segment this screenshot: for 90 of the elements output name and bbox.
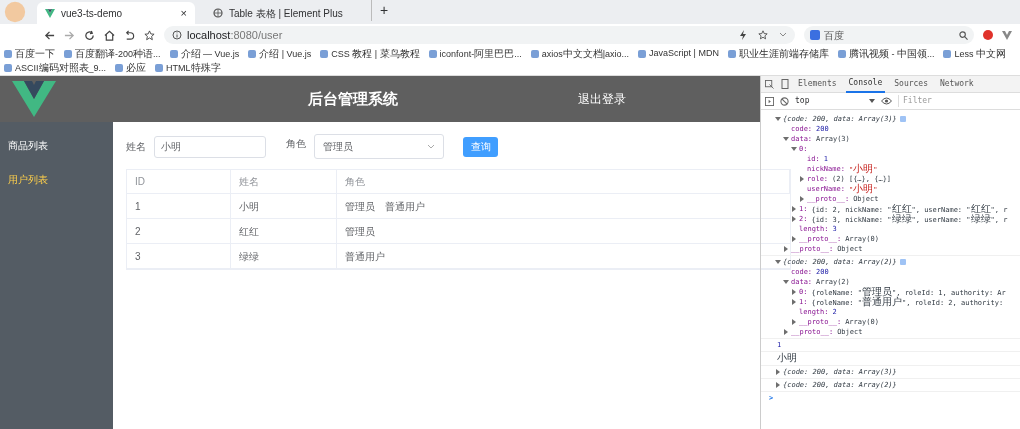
bookmark[interactable]: axios中文文档|axio... — [530, 47, 630, 60]
lightning-icon[interactable] — [739, 30, 747, 40]
bookmark[interactable]: 百度一下 — [4, 47, 55, 60]
name-input[interactable]: 小明 — [154, 135, 266, 158]
table-cell: 2 — [127, 219, 231, 243]
tab-title: vue3-ts-demo — [61, 6, 124, 21]
undo-icon[interactable] — [124, 29, 135, 41]
back-icon[interactable] — [44, 29, 55, 41]
collapse-icon[interactable] — [783, 136, 789, 142]
role-tag: 普通用户 — [385, 198, 425, 214]
sidebar-item[interactable]: 商品列表 — [0, 128, 113, 162]
field-label: 姓名 — [126, 140, 146, 154]
table-cell: 3 — [127, 244, 231, 268]
clear-console-icon[interactable] — [780, 96, 789, 106]
url-text: localhost:8080/user — [187, 27, 283, 43]
bookmark[interactable]: JavaScript | MDN — [638, 47, 719, 60]
info-icon — [899, 259, 906, 265]
bookmark[interactable]: CSS 教程 | 菜鸟教程 — [320, 47, 420, 60]
star-icon[interactable] — [758, 30, 768, 40]
bookmark[interactable]: 腾讯视频 - 中国领... — [837, 47, 935, 60]
devtools-tab[interactable]: Sources — [891, 75, 931, 93]
role-select[interactable]: 管理员 — [314, 134, 444, 159]
tab-title: Table 表格 | Element Plus — [229, 6, 344, 21]
collapse-icon[interactable] — [775, 116, 781, 122]
bookmark[interactable]: iconfont-阿里巴巴... — [428, 47, 522, 60]
devtools-tab[interactable]: Console — [845, 75, 886, 93]
table-cell: 小明 — [231, 194, 337, 218]
table-cell: 1 — [127, 194, 231, 218]
role-tag: 管理员 — [345, 223, 375, 239]
avatar — [3, 0, 27, 24]
expand-icon[interactable] — [783, 329, 789, 335]
table-cell: 绿绿 — [231, 244, 337, 268]
logout-link[interactable]: 退出登录 — [578, 90, 626, 108]
tab-logo-icon — [45, 8, 55, 18]
expand-icon[interactable] — [783, 246, 789, 252]
star-icon[interactable] — [144, 29, 155, 41]
home-icon[interactable] — [104, 29, 115, 41]
browser-tab[interactable]: vue3-ts-demo × — [37, 2, 195, 24]
browser-tab[interactable]: Table 表格 | Element Plus — [205, 2, 363, 24]
sidebar-toggle-icon[interactable] — [765, 96, 774, 106]
globe-icon — [213, 8, 223, 18]
column-header: ID — [127, 170, 231, 193]
expand-icon[interactable] — [799, 176, 805, 182]
expand-icon[interactable] — [791, 236, 797, 242]
bookmark[interactable]: HTML特殊字 — [155, 61, 221, 74]
address-bar[interactable]: localhost:8080/user — [164, 26, 795, 44]
devtools-tab[interactable]: Elements — [795, 75, 840, 93]
app-title: 后台管理系统 — [308, 88, 398, 109]
expand-icon[interactable] — [775, 369, 781, 375]
search-icon[interactable] — [959, 30, 968, 40]
device-icon[interactable] — [780, 79, 789, 89]
bookmark[interactable]: 职业生涯前端存储库 — [727, 47, 829, 60]
info-icon — [172, 30, 182, 40]
chevron-down-icon — [427, 144, 435, 149]
collapse-icon[interactable] — [791, 146, 797, 152]
role-tag: 普通用户 — [345, 248, 385, 264]
devtools-tab[interactable]: Network — [936, 75, 977, 93]
bookmark[interactable]: ASCII编码对照表_9... — [4, 61, 107, 74]
bookmark[interactable]: Less 中文网 — [943, 47, 1006, 60]
context-select[interactable]: top — [795, 95, 875, 107]
reload-icon[interactable] — [84, 29, 95, 41]
eye-icon[interactable] — [881, 97, 892, 105]
chevron-down-icon[interactable] — [779, 32, 787, 38]
field-label: 角色 — [286, 137, 306, 151]
collapse-icon[interactable] — [775, 259, 781, 265]
search-field[interactable]: 百度 — [804, 26, 974, 44]
expand-icon[interactable] — [799, 196, 805, 202]
bookmark[interactable]: 百度翻译-200种语... — [64, 47, 161, 60]
caret-icon — [869, 99, 875, 103]
table-cell: 红红 — [231, 219, 337, 243]
sidebar-item[interactable]: 用户列表 — [0, 162, 113, 196]
expand-icon[interactable] — [791, 216, 797, 222]
logo-icon — [10, 81, 58, 117]
tab-close-button[interactable]: × — [180, 4, 187, 22]
expand-icon[interactable] — [791, 206, 797, 212]
bookmark[interactable]: 必应 — [115, 61, 147, 74]
role-tag: 管理员 — [345, 198, 375, 214]
collapse-icon[interactable] — [783, 279, 789, 285]
column-header: 角色 — [337, 170, 790, 193]
expand-icon[interactable] — [775, 382, 781, 388]
new-tab-button[interactable]: + — [371, 0, 389, 21]
expand-icon[interactable] — [791, 299, 797, 305]
column-header: 姓名 — [231, 170, 337, 193]
info-icon — [899, 116, 906, 122]
filter-field[interactable]: Filter — [898, 95, 1016, 107]
bookmark[interactable]: 介绍 | Vue.js — [248, 47, 312, 60]
expand-icon[interactable] — [791, 289, 797, 295]
bookmark[interactable]: 介绍 — Vue.js — [169, 47, 240, 60]
expand-icon[interactable] — [791, 319, 797, 325]
inspect-icon[interactable] — [765, 79, 774, 89]
